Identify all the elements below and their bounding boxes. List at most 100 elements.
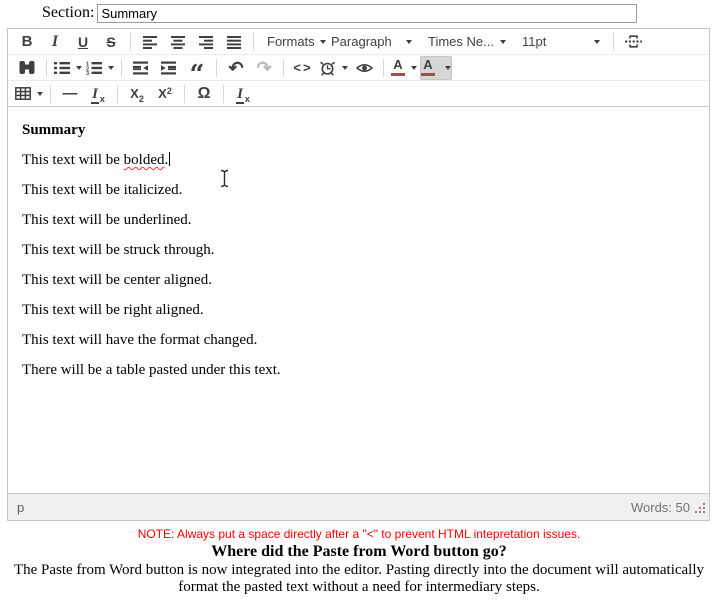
clock-icon bbox=[319, 60, 336, 76]
horizontal-rule-button[interactable]: — bbox=[57, 82, 83, 106]
chevron-down-icon bbox=[411, 66, 417, 70]
font-family-dropdown[interactable]: Times Ne... bbox=[421, 30, 513, 54]
formats-dropdown-label: Formats bbox=[267, 34, 315, 49]
font-family-value: Times Ne... bbox=[428, 34, 494, 49]
toolbar-separator bbox=[216, 59, 217, 77]
chevron-down-icon bbox=[500, 40, 506, 44]
table-button[interactable] bbox=[14, 82, 44, 106]
paragraph-bolded[interactable]: This text will be bolded. bbox=[22, 152, 701, 169]
svg-text:3: 3 bbox=[86, 71, 89, 75]
text-color-button[interactable]: A bbox=[390, 56, 418, 80]
formats-dropdown[interactable]: Formats bbox=[260, 30, 322, 54]
strikethrough-icon: S bbox=[106, 34, 115, 50]
chevron-down-icon bbox=[108, 66, 114, 70]
numbered-list-icon: 123 bbox=[86, 61, 102, 75]
redo-icon: ↷ bbox=[256, 60, 271, 76]
remove-format-button[interactable]: Ix bbox=[230, 82, 256, 106]
outdent-button[interactable] bbox=[128, 56, 154, 80]
paragraph-right-aligned[interactable]: This text will be right aligned. bbox=[22, 302, 701, 319]
subscript-button[interactable]: X2 bbox=[124, 82, 150, 106]
numbered-list-button[interactable]: 123 bbox=[85, 56, 115, 80]
indent-icon bbox=[161, 61, 177, 75]
text-caret bbox=[169, 152, 170, 166]
editor-statusbar: p Words: 50 bbox=[8, 493, 709, 520]
italic-icon: I bbox=[52, 33, 58, 51]
toolbar-separator bbox=[613, 33, 614, 51]
paragraph-format-changed[interactable]: This text will have the format changed. bbox=[22, 332, 701, 349]
underline-icon: U bbox=[78, 34, 88, 50]
binoculars-icon bbox=[19, 60, 35, 75]
align-right-icon bbox=[199, 35, 214, 49]
element-path[interactable]: p bbox=[17, 500, 24, 515]
toolbar-separator bbox=[130, 33, 131, 51]
editor-content-area[interactable]: Summary This text will be bolded. This t… bbox=[8, 107, 709, 493]
section-label: Section: bbox=[42, 4, 94, 22]
blockquote-icon: “ bbox=[190, 72, 205, 78]
subscript-icon: X2 bbox=[130, 85, 144, 103]
outdent-icon bbox=[133, 61, 149, 75]
section-input[interactable] bbox=[97, 4, 637, 23]
align-right-button[interactable] bbox=[193, 30, 219, 54]
source-code-button[interactable]: <> bbox=[290, 56, 316, 80]
underline-button[interactable]: U bbox=[70, 30, 96, 54]
block-format-value: Paragraph bbox=[331, 34, 392, 49]
background-color-button[interactable]: A bbox=[420, 56, 452, 80]
paste-from-word-heading: Where did the Paste from Word button go? bbox=[0, 543, 718, 561]
section-field-row: Section: bbox=[42, 3, 718, 23]
toolbar-separator bbox=[117, 85, 118, 103]
paragraph-underlined[interactable]: This text will be underlined. bbox=[22, 212, 701, 229]
paragraph-italicized[interactable]: This text will be italicized. bbox=[22, 182, 701, 199]
html-note: NOTE: Always put a space directly after … bbox=[0, 527, 718, 541]
undo-button[interactable]: ↶ bbox=[223, 56, 249, 80]
paragraph-table-pasted[interactable]: There will be a table pasted under this … bbox=[22, 362, 701, 379]
superscript-button[interactable]: X2 bbox=[152, 82, 178, 106]
toolbar-row-2: 123 “ ↶ ↷ <> A A bbox=[8, 55, 709, 81]
toolbar-separator bbox=[121, 59, 122, 77]
align-center-button[interactable] bbox=[165, 30, 191, 54]
mouse-ibeam-cursor bbox=[218, 169, 231, 188]
block-format-dropdown[interactable]: Paragraph bbox=[324, 30, 419, 54]
chevron-down-icon bbox=[594, 40, 600, 44]
toolbar-row-3: — Ix X2 X2 Ω Ix bbox=[8, 81, 709, 107]
toolbar-separator bbox=[223, 85, 224, 103]
table-icon bbox=[15, 87, 31, 100]
clear-formatting-button[interactable]: Ix bbox=[85, 82, 111, 106]
misspelled-word: bolded bbox=[124, 152, 165, 168]
paragraph-center-aligned[interactable]: This text will be center aligned. bbox=[22, 272, 701, 289]
bold-button[interactable]: B bbox=[14, 30, 40, 54]
footer: NOTE: Always put a space directly after … bbox=[0, 527, 718, 596]
chevron-down-icon bbox=[406, 40, 412, 44]
blockquote-button[interactable]: “ bbox=[184, 56, 210, 80]
bolded-prefix: This text will be bbox=[22, 152, 124, 168]
find-replace-button[interactable] bbox=[14, 56, 40, 80]
undo-icon: ↶ bbox=[228, 60, 243, 76]
toolbar-separator bbox=[383, 59, 384, 77]
italic-button[interactable]: I bbox=[42, 30, 68, 54]
align-left-button[interactable] bbox=[137, 30, 163, 54]
indent-button[interactable] bbox=[156, 56, 182, 80]
bold-icon: B bbox=[22, 33, 33, 50]
text-color-icon: A bbox=[391, 59, 405, 76]
paragraph-struck-through[interactable]: This text will be struck through. bbox=[22, 242, 701, 259]
paste-from-word-body: The Paste from Word button is now integr… bbox=[9, 562, 709, 596]
background-color-icon: A bbox=[421, 59, 435, 76]
resize-grip[interactable] bbox=[694, 502, 706, 514]
align-justify-button[interactable] bbox=[221, 30, 247, 54]
code-icon: <> bbox=[293, 60, 312, 75]
page-break-icon bbox=[625, 34, 642, 49]
page-break-button[interactable] bbox=[620, 30, 646, 54]
font-size-dropdown[interactable]: 11pt bbox=[515, 30, 607, 54]
preview-button[interactable] bbox=[351, 56, 377, 80]
document-heading: Summary bbox=[22, 122, 701, 139]
toolbar-separator bbox=[50, 85, 51, 103]
strikethrough-button[interactable]: S bbox=[98, 30, 124, 54]
bullet-list-button[interactable] bbox=[53, 56, 83, 80]
clear-formatting-icon: Ix bbox=[91, 85, 105, 103]
toolbar-separator bbox=[46, 59, 47, 77]
toolbar-separator bbox=[253, 33, 254, 51]
editor-toolbar: B I U S Formats Paragraph Times Ne... 11… bbox=[8, 29, 709, 107]
chevron-down-icon bbox=[445, 66, 451, 70]
redo-button[interactable]: ↷ bbox=[251, 56, 277, 80]
insert-datetime-button[interactable] bbox=[318, 56, 349, 80]
eye-icon bbox=[356, 61, 373, 75]
